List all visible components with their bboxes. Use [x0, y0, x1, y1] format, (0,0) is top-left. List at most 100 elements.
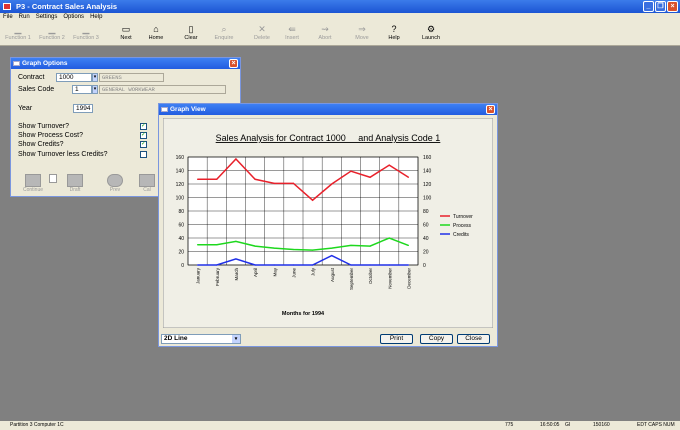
data-point-turnover — [216, 178, 218, 180]
next-button[interactable]: ▭ Next — [110, 24, 142, 44]
data-point-process — [273, 247, 275, 249]
contract-input[interactable]: 1000 — [56, 73, 92, 82]
move-button[interactable]: ⇒ Move — [346, 24, 378, 44]
function3-button[interactable]: ▁ Function 3 — [70, 24, 102, 44]
insert-button[interactable]: ⇚ Insert — [276, 24, 308, 44]
home-label: Home — [148, 35, 164, 41]
enquire-label: Enquire — [214, 35, 234, 41]
prev-icon — [107, 174, 123, 187]
y-tick-label-right: 0 — [423, 263, 426, 269]
minimize-button[interactable]: _ — [643, 1, 654, 12]
x-tick-label: June — [291, 268, 296, 278]
cal-button[interactable]: Cal — [136, 174, 158, 194]
help-icon: ? — [391, 24, 397, 34]
data-point-turnover — [350, 170, 352, 172]
data-point-credits — [196, 264, 199, 266]
x-tick-label: March — [234, 268, 239, 281]
continue-icon — [25, 174, 41, 187]
next-label: Next — [120, 35, 132, 41]
show-credits-checkbox[interactable]: ✓ — [140, 141, 147, 148]
function3-icon: ▁ — [82, 24, 90, 34]
graph-options-titlebar: Graph Options × — [11, 58, 240, 69]
cal-label: Cal — [143, 187, 151, 193]
data-point-turnover — [273, 182, 275, 184]
home-button[interactable]: ⌂ Home — [140, 24, 172, 44]
continue-button[interactable]: Continue — [22, 174, 44, 194]
copy-button[interactable]: Copy — [420, 334, 453, 344]
delete-button[interactable]: ✕ Delete — [246, 24, 278, 44]
show-process-checkbox[interactable]: ✓ — [140, 132, 147, 139]
data-point-credits — [407, 264, 410, 266]
abort-button[interactable]: ⇝ Abort — [309, 24, 341, 44]
legend-label-credits: Credits — [453, 232, 469, 238]
delete-label: Delete — [254, 35, 270, 41]
legend-label-turnover: Turnover — [453, 214, 473, 220]
launch-label: Launch — [421, 35, 441, 41]
enquire-button[interactable]: ⌕ Enquire — [208, 24, 240, 44]
print-button[interactable]: Print — [380, 334, 413, 344]
restore-button[interactable]: ❐ — [655, 1, 666, 12]
data-point-turnover — [196, 178, 199, 180]
x-tick-label: August — [330, 267, 335, 282]
data-point-turnover — [388, 164, 390, 166]
close-icon[interactable]: × — [229, 59, 238, 68]
show-turnover-less-checkbox[interactable] — [140, 151, 147, 158]
function2-label: Function 2 — [39, 35, 65, 41]
abort-icon: ⇝ — [321, 24, 329, 34]
close-graph-button[interactable]: Close — [457, 334, 490, 344]
function1-button[interactable]: ▁ Function 1 — [2, 24, 34, 44]
y-tick-label-left: 0 — [181, 263, 184, 269]
function1-label: Function 1 — [5, 35, 31, 41]
data-point-credits — [311, 264, 314, 266]
data-point-turnover — [254, 178, 256, 180]
cal-icon — [139, 174, 155, 187]
window-icon — [161, 107, 168, 112]
year-input[interactable]: 1994 — [73, 104, 93, 113]
delete-icon: ✕ — [258, 24, 266, 34]
show-turnover-less-label: Show Turnover less Credits? — [18, 151, 108, 158]
sales-code-dropdown[interactable]: ▾ — [92, 85, 98, 94]
graph-type-select[interactable]: 2D Line ▾ — [161, 334, 241, 344]
data-point-process — [254, 245, 256, 247]
draft-icon — [67, 174, 83, 187]
sales-code-input[interactable]: 1 — [72, 85, 92, 94]
contract-dropdown[interactable]: ▾ — [92, 73, 98, 82]
sales-chart: Sales Analysis for Contract 1000 and Ana… — [163, 118, 493, 328]
chevron-down-icon[interactable]: ▾ — [232, 335, 240, 343]
menu-help[interactable]: Help — [90, 13, 102, 22]
function2-button[interactable]: ▁ Function 2 — [36, 24, 68, 44]
y-tick-label-right: 140 — [423, 169, 432, 175]
y-tick-label-left: 160 — [176, 155, 185, 161]
y-tick-label-left: 140 — [176, 169, 185, 175]
close-button[interactable]: × — [667, 1, 678, 12]
launch-button[interactable]: ⚙ Launch — [415, 24, 447, 44]
menu-settings[interactable]: Settings — [36, 13, 58, 22]
move-icon: ⇒ — [358, 24, 366, 34]
graph-type-value: 2D Line — [164, 335, 188, 342]
close-icon[interactable]: × — [486, 105, 495, 114]
show-process-label: Show Process Cost? — [18, 132, 83, 139]
menu-run[interactable]: Run — [19, 13, 30, 22]
toolbar: ▁ Function 1 ▁ Function 2 ▁ Function 3 ▭ Nex… — [0, 22, 680, 46]
prev-label: Prev — [109, 187, 121, 193]
sales-code-name-field: GENERAL WORKWEAR — [99, 85, 226, 94]
menu-options[interactable]: Options — [63, 13, 84, 22]
y-tick-label-left: 20 — [178, 250, 184, 256]
window-titlebar: P3 - Contract Sales Analysis _ ❐ × — [0, 0, 680, 13]
help-button[interactable]: ? Help — [378, 24, 410, 44]
contract-name-field: GREENS — [99, 73, 164, 82]
checkbox-icon — [49, 174, 57, 183]
y-tick-label-left: 60 — [178, 223, 184, 229]
menu-file[interactable]: File — [3, 13, 13, 22]
data-point-credits — [235, 258, 237, 260]
show-turnover-checkbox[interactable]: ✓ — [140, 123, 147, 130]
x-tick-label: January — [196, 267, 201, 284]
draft-button[interactable]: Draft — [64, 174, 86, 194]
prev-button[interactable]: Prev — [104, 174, 126, 194]
data-point-process — [216, 244, 218, 246]
chart-title: Sales Analysis for Contract 1000 and Ana… — [216, 133, 441, 143]
sales-code-label: Sales Code — [18, 86, 55, 93]
data-point-process — [331, 247, 333, 249]
clear-button[interactable]: ▯ Clear — [175, 24, 207, 44]
option-checkbox-button[interactable] — [48, 174, 58, 194]
